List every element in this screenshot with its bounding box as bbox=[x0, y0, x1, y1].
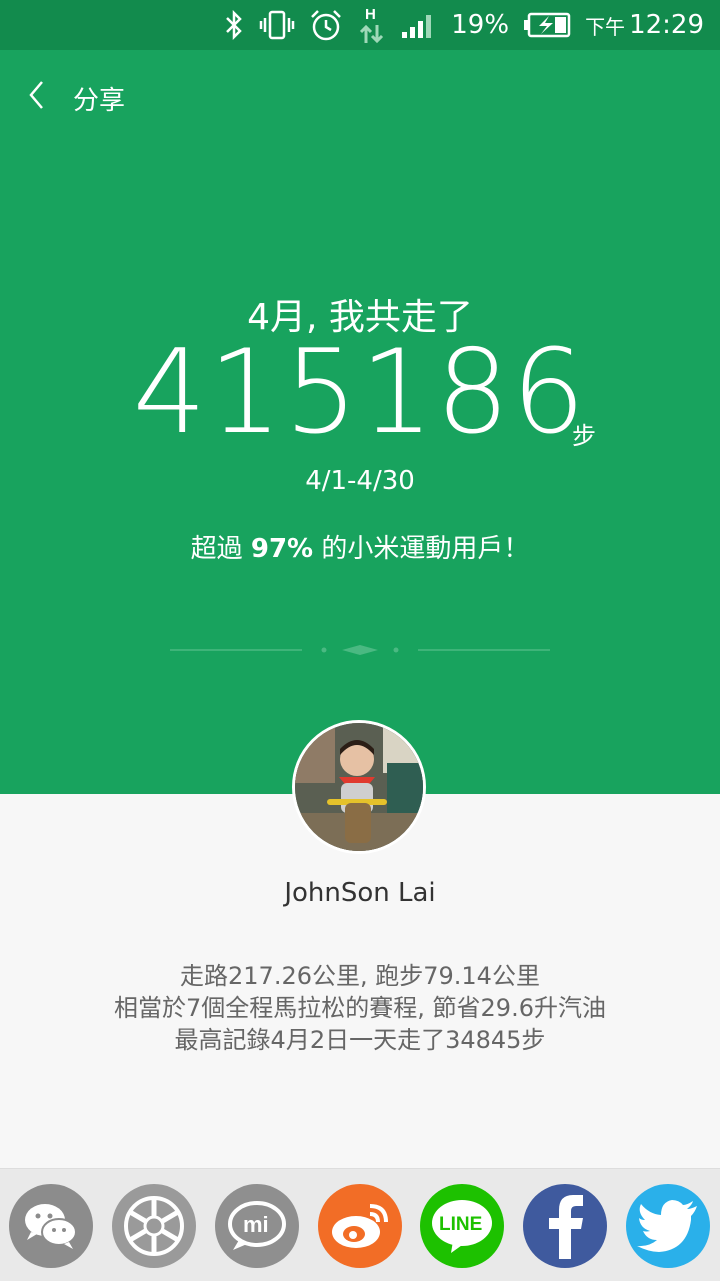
line-icon: LINE bbox=[432, 1200, 492, 1253]
chevron-left-icon bbox=[29, 81, 43, 109]
data-transfer-icon: H bbox=[357, 5, 387, 45]
ornament-divider bbox=[170, 645, 550, 655]
stats-line-record: 最高記錄4月2日一天走了34845步 bbox=[174, 1026, 546, 1054]
avatar bbox=[292, 720, 426, 854]
alarm-icon bbox=[309, 8, 343, 42]
time-period: 下午 bbox=[585, 14, 626, 39]
date-range: 4/1-4/30 bbox=[305, 466, 415, 496]
status-bar: H 19% 下午 12:29 bbox=[0, 0, 720, 50]
svg-text:LINE: LINE bbox=[439, 1214, 482, 1235]
battery-percent: 19% bbox=[451, 10, 510, 40]
page-title: 分享 bbox=[73, 86, 126, 116]
bluetooth-icon bbox=[223, 10, 245, 40]
percentile-value: 97% bbox=[250, 534, 314, 564]
camera-shutter-icon bbox=[124, 1196, 184, 1256]
stats-text: 走路217.26公里, 跑步79.14公里 相當於7個全程馬拉松的賽程, 節省2… bbox=[0, 960, 720, 1056]
signal-icon bbox=[401, 10, 437, 40]
stats-line-distance: 走路217.26公里, 跑步79.14公里 bbox=[180, 962, 540, 990]
vibrate-icon bbox=[259, 10, 295, 40]
clock: 下午 12:29 bbox=[585, 10, 704, 40]
battery-charging-icon bbox=[523, 12, 571, 38]
percentile-suffix: 的小米運動用戶！ bbox=[313, 534, 530, 564]
user-name: JohnSon Lai bbox=[284, 878, 436, 908]
percentile-prefix: 超過 bbox=[190, 534, 251, 564]
svg-text:mi: mi bbox=[243, 1212, 269, 1237]
share-twitter-button[interactable] bbox=[626, 1184, 710, 1268]
weibo-icon bbox=[332, 1204, 388, 1248]
share-line-button[interactable]: LINE bbox=[420, 1184, 504, 1268]
stats-line-equivalent: 相當於7個全程馬拉松的賽程, 節省29.6升汽油 bbox=[114, 994, 606, 1022]
step-unit: 步 bbox=[572, 422, 596, 450]
network-type-label: H bbox=[365, 6, 376, 23]
step-count: 415186 bbox=[132, 325, 588, 460]
wechat-icon bbox=[25, 1204, 77, 1249]
back-button[interactable] bbox=[22, 80, 52, 110]
share-wechat-button[interactable] bbox=[9, 1184, 93, 1268]
percentile-text: 超過 97% 的小米運動用戶！ bbox=[0, 528, 720, 565]
share-bar: mi LINE bbox=[0, 1168, 720, 1281]
summary-header: 分享 4月, 我共走了 415186 步 4/1-4/30 超過 97% 的小米… bbox=[0, 50, 720, 794]
share-mi-button[interactable]: mi bbox=[215, 1184, 299, 1268]
mi-icon: mi bbox=[228, 1201, 286, 1250]
time: 12:29 bbox=[629, 10, 704, 40]
facebook-icon bbox=[549, 1195, 583, 1259]
twitter-icon bbox=[637, 1200, 697, 1252]
share-moments-button[interactable] bbox=[112, 1184, 196, 1268]
share-facebook-button[interactable] bbox=[523, 1184, 607, 1268]
share-weibo-button[interactable] bbox=[318, 1184, 402, 1268]
